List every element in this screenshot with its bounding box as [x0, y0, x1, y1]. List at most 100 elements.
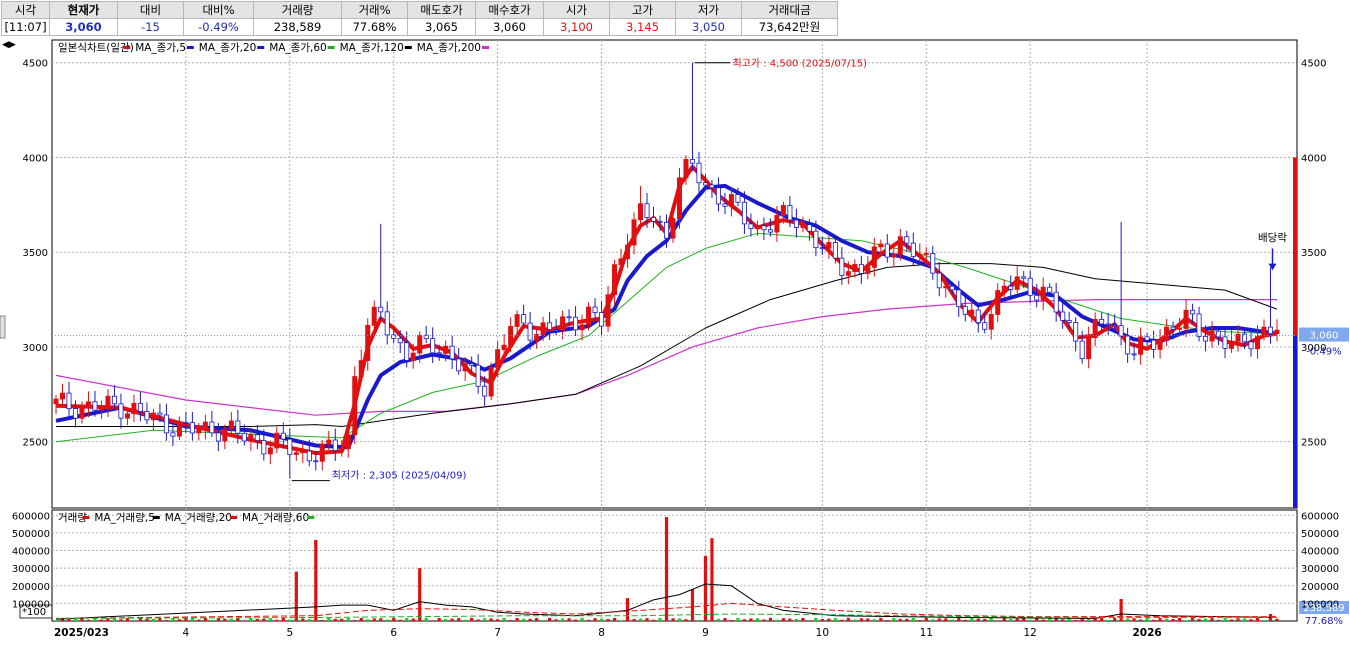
volume-bar [1145, 617, 1149, 621]
x-axis-label: 6 [390, 627, 397, 639]
volume-bar [411, 618, 415, 621]
value-cell: 3,100 [543, 18, 610, 36]
price-legend-item-swatch [404, 46, 412, 49]
candle-body [1151, 339, 1157, 350]
candle-body [1144, 336, 1150, 341]
candle-body [1229, 340, 1235, 349]
candle-body [1008, 285, 1014, 290]
candle-body [605, 294, 611, 327]
candle-body [852, 263, 858, 272]
volume-legend-item-swatch [82, 516, 90, 519]
volume-bar [73, 618, 78, 621]
price-tick-right: 4500 [1301, 59, 1326, 70]
candle-body [1040, 286, 1046, 301]
candle-body [553, 329, 559, 331]
candle-body [832, 242, 838, 259]
volume-bar [677, 618, 682, 621]
candle-body [1125, 335, 1131, 355]
candle-body [202, 421, 208, 430]
candle-body [780, 205, 786, 216]
candle-body [384, 311, 390, 336]
volume-bar [606, 619, 610, 621]
candle-body [676, 177, 682, 219]
volume-bar [957, 617, 961, 621]
volume-bar [1054, 618, 1058, 621]
candle-body [345, 434, 351, 450]
candle-body [1248, 341, 1254, 350]
volume-bar [918, 620, 922, 621]
price-tick-left: 2500 [23, 438, 48, 449]
volume-legend-item-swatch [152, 516, 160, 519]
x-axis-label: 11 [920, 627, 933, 639]
candle-body [884, 243, 890, 258]
volume-bar [236, 617, 240, 621]
x-axis-label: 5 [286, 627, 293, 639]
candle-body [975, 309, 981, 324]
volume-bar [132, 620, 136, 621]
volume-bar [359, 617, 363, 621]
volume-bar [801, 617, 805, 621]
candle-body [85, 401, 91, 408]
volume-bar [963, 619, 967, 621]
candle-body [910, 242, 916, 257]
volume-bar [690, 589, 695, 621]
volume-bar [112, 618, 117, 621]
volume-bar [866, 618, 870, 621]
volume-bar [840, 619, 844, 621]
candle-body [1203, 336, 1209, 342]
volume-bar [418, 568, 422, 621]
left-scroll-handle [0, 315, 6, 339]
volume-bar [671, 618, 675, 621]
volume-bar [385, 619, 389, 621]
candle-body [988, 314, 994, 330]
volume-bar [729, 620, 734, 621]
volume-unit-label: *100 [22, 607, 46, 618]
candle-body [1079, 340, 1085, 360]
candle-body [1255, 336, 1261, 350]
candle-body [1209, 330, 1215, 342]
current-change-value: -0.49% [1306, 347, 1341, 358]
volume-bar [450, 618, 454, 621]
candle-body [1001, 285, 1007, 291]
candle-body [1066, 319, 1072, 323]
value-cell: 238,589 [253, 18, 342, 36]
candle-body [573, 316, 579, 331]
volume-tick-right: 400000 [1301, 547, 1339, 558]
value-cell: 73,642만원 [741, 18, 838, 36]
candle-body [689, 159, 695, 164]
volume-bar [697, 620, 701, 621]
candle-body [358, 360, 364, 377]
volume-bar [424, 617, 428, 621]
panel-toggle-icon[interactable]: ◀▶ [2, 40, 16, 50]
candle-body [741, 201, 747, 225]
volume-bar [1106, 620, 1110, 621]
candle-body [702, 182, 708, 186]
candle-body [300, 450, 306, 454]
candle-body [417, 334, 423, 354]
volume-bar [262, 618, 266, 621]
candle-body [196, 428, 202, 434]
candle-body [819, 247, 825, 250]
candle-body [404, 342, 410, 361]
x-axis-label: 10 [816, 627, 829, 639]
x-axis-label: 12 [1024, 627, 1037, 639]
value-cell: 3,060 [475, 18, 544, 36]
volume-bar [1028, 619, 1032, 621]
volume-tick-left: 400000 [12, 547, 50, 558]
volume-bar [580, 617, 584, 621]
candle-body [92, 401, 98, 411]
candle-body [215, 432, 221, 442]
volume-bar [853, 619, 857, 621]
candle-body [891, 253, 897, 258]
candle-body [709, 184, 715, 189]
volume-bar [645, 618, 649, 621]
volume-bar [86, 619, 91, 621]
price-legend-item-swatch [327, 46, 335, 49]
price-legend-item-swatch [482, 46, 489, 49]
candle-body [527, 322, 533, 341]
volume-legend-item: MA_거래량,5 [94, 512, 154, 524]
current-price-value: 3,060 [1310, 331, 1339, 342]
stock-chart[interactable]: 2500 25003000 30003500 35004000 40004500 4500… [0, 36, 1350, 646]
candle-body [131, 402, 137, 415]
volume-legend-item-swatch [230, 516, 237, 519]
